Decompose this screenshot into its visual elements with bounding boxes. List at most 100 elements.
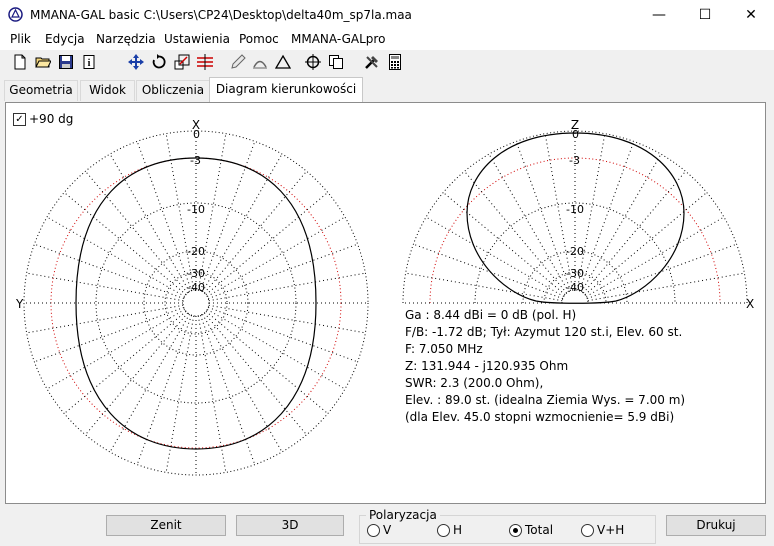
tools-icon[interactable] bbox=[364, 54, 380, 70]
radio-selected-dot bbox=[513, 528, 518, 533]
close-button[interactable]: ✕ bbox=[728, 0, 774, 30]
3d-button[interactable]: 3D bbox=[236, 515, 344, 536]
grid-spoke bbox=[581, 153, 662, 292]
info-impedance: Z: 131.944 - j120.935 Ohm bbox=[405, 359, 569, 373]
rotate-icon[interactable] bbox=[151, 54, 167, 70]
scale-icon[interactable] bbox=[174, 54, 190, 70]
pencil-icon[interactable] bbox=[230, 54, 246, 70]
grid-spoke bbox=[199, 315, 256, 465]
grid-spoke bbox=[208, 306, 358, 363]
grid-spoke bbox=[205, 310, 329, 414]
maximize-button[interactable]: ☐ bbox=[682, 0, 728, 30]
grid-spoke bbox=[515, 141, 572, 291]
grid-spoke bbox=[202, 153, 283, 292]
tab-widok[interactable]: Widok bbox=[80, 80, 135, 101]
save-icon[interactable] bbox=[58, 54, 74, 70]
tab-diagram-kierunkowosci[interactable]: Diagram kierunkowości bbox=[209, 77, 363, 102]
elevation-db-label-3: -3 bbox=[569, 154, 580, 167]
open-folder-icon[interactable] bbox=[35, 54, 51, 70]
radio-total-circle[interactable] bbox=[509, 524, 522, 537]
info-frequency: F: 7.050 MHz bbox=[405, 342, 483, 356]
grid-spoke bbox=[405, 272, 563, 302]
window-title: MMANA-GAL basic C:\Users\CP24\Desktop\de… bbox=[30, 8, 412, 22]
grid-spoke bbox=[464, 170, 568, 294]
triangle-icon[interactable] bbox=[275, 54, 291, 70]
grid-spoke bbox=[26, 272, 184, 302]
grid-spoke bbox=[26, 304, 184, 334]
grid-spoke bbox=[442, 192, 566, 296]
grid-spoke bbox=[63, 310, 187, 414]
menu-mmana-galpro[interactable]: MMANA-GALpro bbox=[291, 32, 385, 46]
elevation-db-label-10: -10 bbox=[566, 203, 584, 216]
grid-spoke bbox=[207, 309, 346, 390]
crosshair-icon[interactable] bbox=[305, 54, 321, 70]
radio-h-circle[interactable] bbox=[437, 524, 450, 537]
segments-icon[interactable] bbox=[197, 54, 213, 70]
azimuth-db-label-3: -3 bbox=[190, 154, 201, 167]
calculator-icon[interactable] bbox=[387, 54, 403, 70]
info-icon[interactable]: i bbox=[81, 54, 97, 70]
grid-spoke bbox=[587, 272, 745, 302]
grid-spoke bbox=[199, 141, 256, 291]
grid-spoke bbox=[34, 306, 184, 363]
diagram-panel: ✓ +90 dg X Y 0 -3 -10 -20 -30 -40 Z X 0 … bbox=[5, 102, 766, 504]
move-icon[interactable] bbox=[128, 54, 144, 70]
grid-spoke bbox=[413, 243, 563, 300]
grid-spoke bbox=[208, 304, 366, 334]
azimuth-db-label-20: -20 bbox=[187, 245, 205, 258]
app-logo-icon bbox=[8, 7, 23, 22]
grid-spoke bbox=[584, 192, 708, 296]
svg-text:i: i bbox=[88, 58, 91, 69]
copy-icon[interactable] bbox=[328, 54, 344, 70]
azimuth-db-label-30: -30 bbox=[187, 267, 205, 280]
grid-spoke bbox=[136, 141, 193, 291]
menu-bar: Plik Edycja Narzędzia Ustawienia Pomoc M… bbox=[0, 30, 774, 50]
grid-spoke bbox=[208, 243, 358, 300]
polarization-title: Polaryzacja bbox=[366, 508, 440, 522]
azimuth-db-label-10: -10 bbox=[187, 203, 205, 216]
grid-spoke bbox=[586, 216, 725, 297]
elevation-right-axis-label: X bbox=[746, 297, 754, 311]
grid-spoke bbox=[46, 309, 185, 390]
azimuth-db-label-0: 0 bbox=[193, 128, 200, 141]
menu-edycja[interactable]: Edycja bbox=[45, 32, 85, 46]
grid-spoke bbox=[203, 312, 307, 436]
menu-pomoc[interactable]: Pomoc bbox=[239, 32, 279, 46]
radio-v-plus-h-label: V+H bbox=[597, 523, 625, 537]
grid-spoke bbox=[208, 272, 366, 302]
grid-spoke bbox=[34, 243, 184, 300]
radio-v-plus-h-circle[interactable] bbox=[581, 524, 594, 537]
grid-spoke bbox=[488, 153, 569, 292]
radiation-pattern-plots: X Y 0 -3 -10 -20 -30 -40 Z X 0 -3 -10 -2… bbox=[15, 118, 754, 476]
tab-obliczenia[interactable]: Obliczenia bbox=[136, 80, 210, 101]
info-gain-at-45: (dla Elev. 45.0 stopni wzmocnienie= 5.9 … bbox=[405, 410, 675, 424]
radio-h-label: H bbox=[453, 523, 463, 537]
new-file-icon[interactable] bbox=[12, 54, 28, 70]
radio-v-circle[interactable] bbox=[367, 524, 380, 537]
zenit-button[interactable]: Zenit bbox=[106, 515, 226, 536]
azimuth-left-axis-label: Y bbox=[15, 297, 24, 311]
elevation-db-label-20: -20 bbox=[566, 245, 584, 258]
grid-spoke bbox=[425, 216, 564, 297]
tab-strip: Geometria Widok Obliczenia Diagram kieru… bbox=[0, 77, 774, 102]
grid-spoke bbox=[109, 314, 190, 453]
minimize-button[interactable]: — bbox=[636, 0, 682, 30]
toolbar: i bbox=[0, 50, 774, 76]
azimuth-db-label-40: -40 bbox=[187, 281, 205, 294]
grid-spoke bbox=[85, 312, 189, 436]
grid-spoke bbox=[203, 170, 307, 294]
menu-narzedzia[interactable]: Narzędzia bbox=[96, 32, 156, 46]
tab-geometria[interactable]: Geometria bbox=[4, 80, 78, 101]
menu-plik[interactable]: Plik bbox=[10, 32, 31, 46]
grid-spoke bbox=[46, 216, 185, 297]
menu-ustawienia[interactable]: Ustawienia bbox=[164, 32, 230, 46]
info-gain: Ga : 8.44 dBi = 0 dB (pol. H) bbox=[405, 308, 577, 322]
elevation-db-label-40: -40 bbox=[566, 281, 584, 294]
stretch-icon[interactable] bbox=[252, 54, 268, 70]
info-elevation: Elev. : 89.0 st. (idealna Ziemia Wys. = … bbox=[405, 393, 686, 407]
elevation-db-label-30: -30 bbox=[566, 267, 584, 280]
print-button[interactable]: Drukuj bbox=[666, 515, 766, 536]
info-front-back: F/B: -1.72 dB; Tył: Azymut 120 st.i, Ele… bbox=[405, 325, 683, 339]
grid-spoke bbox=[207, 216, 346, 297]
grid-spoke bbox=[587, 243, 737, 300]
